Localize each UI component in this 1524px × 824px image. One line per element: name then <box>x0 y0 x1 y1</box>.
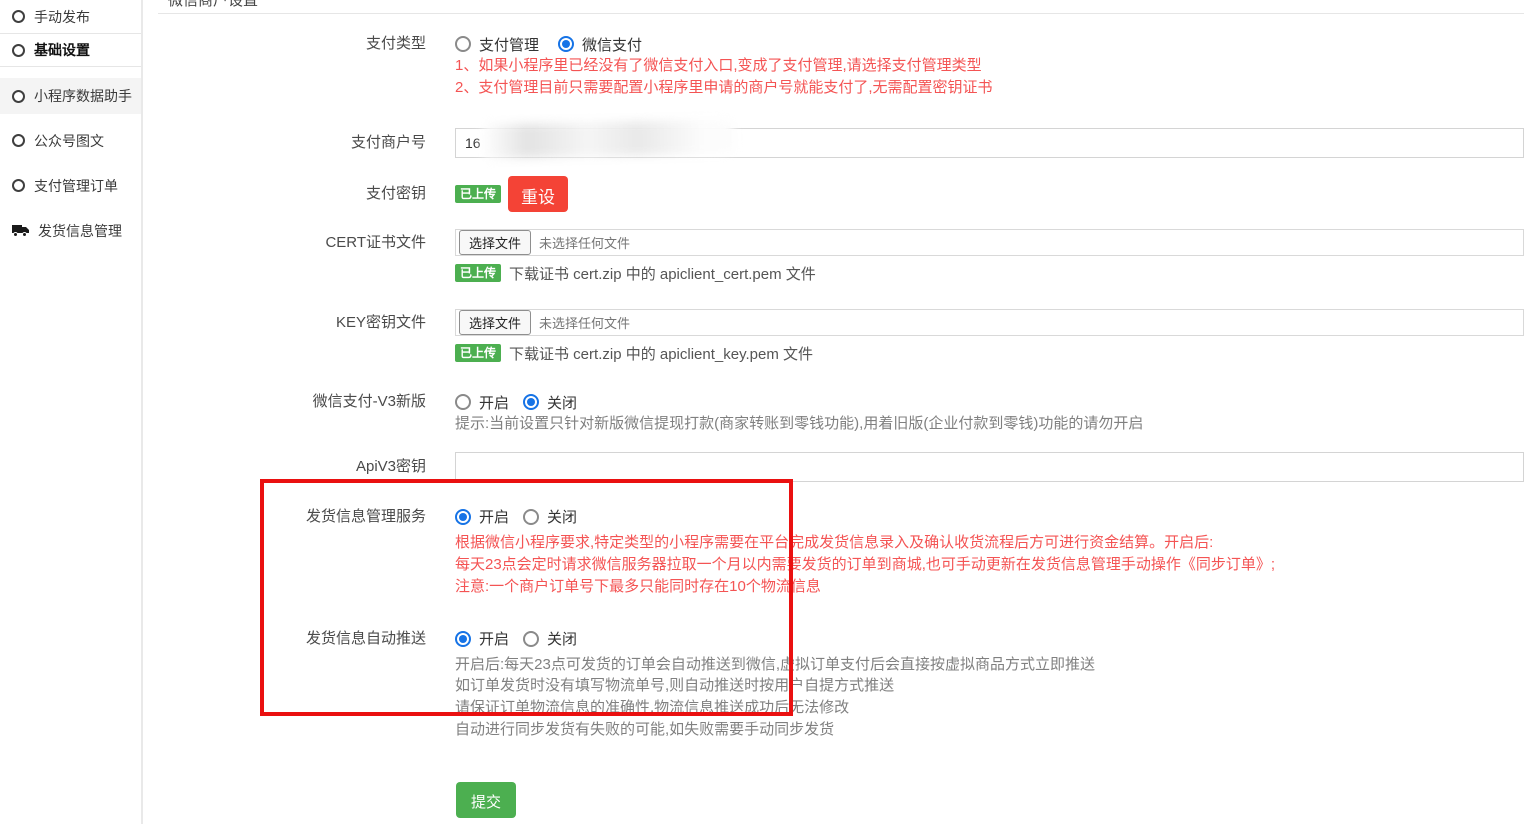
radio-icon[interactable] <box>455 36 471 52</box>
reset-key-button[interactable]: 重设 <box>508 176 568 212</box>
sidebar-item-label: 公众号图文 <box>34 131 104 151</box>
shipping-service-note-2: 每天23点会定时请求微信服务器拉取一个月以内需要发货的订单到商城,也可手动更新在… <box>455 554 1524 576</box>
circle-icon <box>12 44 25 57</box>
radio-label: 关闭 <box>547 392 577 413</box>
choose-file-button[interactable]: 选择文件 <box>459 230 531 255</box>
shipping-service-radio-group: 开启 关闭 <box>455 506 1524 528</box>
field-label-empty <box>145 782 426 818</box>
submit-button[interactable]: 提交 <box>456 782 516 818</box>
sidebar-item-label: 基础设置 <box>34 40 90 60</box>
row-v3: 微信支付-V3新版 开启 关闭 提示:当前设置只针对新版微信提现打款(商家转账到… <box>145 391 1524 435</box>
radio-icon[interactable] <box>455 394 471 410</box>
field-label: 发货信息自动推送 <box>145 628 426 741</box>
key-file-note: 下载证书 cert.zip 中的 apiclient_key.pem 文件 <box>509 343 813 364</box>
radio-label: 关闭 <box>547 506 577 527</box>
field-label: 支付类型 <box>145 33 426 98</box>
radio-option-v3-on[interactable]: 开启 <box>455 392 509 413</box>
sidebar-item-payment-manage-orders[interactable]: 支付管理订单 <box>0 163 141 208</box>
radio-label: 支付管理 <box>479 34 539 55</box>
radio-icon[interactable] <box>523 509 539 525</box>
radio-icon-checked[interactable] <box>455 631 471 647</box>
radio-option-shipping-push-on[interactable]: 开启 <box>455 628 509 649</box>
truck-icon <box>12 224 29 237</box>
field-label: KEY密钥文件 <box>145 309 426 363</box>
v3-hint: 提示:当前设置只针对新版微信提现打款(商家转账到零钱功能),用着旧版(企业付款到… <box>455 413 1524 435</box>
app-root: 手动发布 基础设置 小程序数据助手 公众号图文 支付管理订单 发货信息管理 <box>0 0 1524 824</box>
sidebar-item-label: 发货信息管理 <box>38 221 122 241</box>
sidebar: 手动发布 基础设置 小程序数据助手 公众号图文 支付管理订单 发货信息管理 <box>0 0 143 824</box>
sidebar-item-shipping-info-manage[interactable]: 发货信息管理 <box>0 208 141 253</box>
page-header: 微信商户设置 <box>158 0 1524 14</box>
sidebar-item-miniprogram-data-assistant[interactable]: 小程序数据助手 <box>0 78 141 114</box>
row-submit: 提交 <box>145 782 1524 818</box>
main-content: 微信商户设置 支付类型 支付管理 微信支付 1、如果小程序里已经没有了微信支付入… <box>145 0 1524 824</box>
row-cert-file: CERT证书文件 选择文件 未选择任何文件 已上传 下载证书 cert.zip … <box>145 229 1524 283</box>
row-merchant-id: 支付商户号 16 <box>145 128 1524 158</box>
radio-option-pay-manage[interactable]: 支付管理 <box>455 34 539 55</box>
row-pay-key: 支付密钥 已上传 重设 <box>145 176 1524 212</box>
row-apiv3-key: ApiV3密钥 <box>145 452 1524 482</box>
circle-icon <box>12 90 25 103</box>
uploaded-badge: 已上传 <box>455 344 501 362</box>
circle-icon <box>12 10 25 23</box>
sidebar-item-official-account-articles[interactable]: 公众号图文 <box>0 118 141 163</box>
radio-label: 关闭 <box>547 628 577 649</box>
radio-icon-checked[interactable] <box>523 394 539 410</box>
shipping-push-note-3: 请保证订单物流信息的准确性,物流信息推送成功后无法修改 <box>455 697 1524 719</box>
radio-icon[interactable] <box>523 631 539 647</box>
redacted-value <box>482 119 735 158</box>
page-title: 微信商户设置 <box>168 0 258 10</box>
field-label: 支付密钥 <box>145 176 426 212</box>
radio-option-wechat-pay[interactable]: 微信支付 <box>558 34 642 55</box>
choose-file-button[interactable]: 选择文件 <box>459 310 531 335</box>
field-label: CERT证书文件 <box>145 229 426 283</box>
sidebar-item-label: 支付管理订单 <box>34 176 118 196</box>
radio-icon-checked[interactable] <box>455 509 471 525</box>
key-file-input: 选择文件 未选择任何文件 <box>455 309 1524 336</box>
shipping-push-note-1: 开启后:每天23点可发货的订单会自动推送到微信,虚拟订单支付后会直接按虚拟商品方… <box>455 654 1524 676</box>
cert-file-input: 选择文件 未选择任何文件 <box>455 229 1524 256</box>
row-pay-type: 支付类型 支付管理 微信支付 1、如果小程序里已经没有了微信支付入口,变成了支付… <box>145 33 1524 98</box>
pay-type-note-2: 2、支付管理目前只需要配置小程序里申请的商户号就能支付了,无需配置密钥证书 <box>455 77 1524 99</box>
row-shipping-service: 发货信息管理服务 开启 关闭 根据微信小程序要求,特定类型的小程序需要在平台完成… <box>145 506 1524 598</box>
pay-type-note-1: 1、如果小程序里已经没有了微信支付入口,变成了支付管理,请选择支付管理类型 <box>455 55 1524 77</box>
shipping-service-note-1: 根据微信小程序要求,特定类型的小程序需要在平台完成发货信息录入及确认收货流程后方… <box>455 532 1524 554</box>
uploaded-badge: 已上传 <box>455 185 501 203</box>
radio-icon-checked[interactable] <box>558 36 574 52</box>
sidebar-item-label: 手动发布 <box>34 7 90 27</box>
radio-label: 开启 <box>479 628 509 649</box>
field-label: 发货信息管理服务 <box>145 506 426 598</box>
pay-type-radio-group: 支付管理 微信支付 <box>455 33 1524 55</box>
no-file-text: 未选择任何文件 <box>539 313 630 332</box>
merchant-id-visible-value: 16 <box>465 135 481 151</box>
uploaded-badge: 已上传 <box>455 264 501 282</box>
field-label: 微信支付-V3新版 <box>145 391 426 435</box>
shipping-push-note-2: 如订单发货时没有填写物流单号,则自动推送时按用户自提方式推送 <box>455 675 1524 697</box>
field-label: ApiV3密钥 <box>145 452 426 482</box>
radio-label: 微信支付 <box>582 34 642 55</box>
sidebar-item-manual-publish[interactable]: 手动发布 <box>0 0 141 33</box>
shipping-push-radio-group: 开启 关闭 <box>455 628 1524 650</box>
radio-label: 开启 <box>479 392 509 413</box>
v3-radio-group: 开启 关闭 <box>455 391 1524 413</box>
cert-file-note: 下载证书 cert.zip 中的 apiclient_cert.pem 文件 <box>509 263 816 284</box>
sidebar-spacer <box>0 67 141 78</box>
radio-option-shipping-push-off[interactable]: 关闭 <box>523 628 577 649</box>
apiv3-key-input[interactable] <box>455 452 1524 482</box>
sidebar-item-basic-settings[interactable]: 基础设置 <box>0 33 141 67</box>
radio-option-shipping-service-on[interactable]: 开启 <box>455 506 509 527</box>
circle-icon <box>12 134 25 147</box>
row-key-file: KEY密钥文件 选择文件 未选择任何文件 已上传 下载证书 cert.zip 中… <box>145 309 1524 363</box>
row-shipping-push: 发货信息自动推送 开启 关闭 开启后:每天23点可发货的订单会自动推送到微信,虚… <box>145 628 1524 741</box>
no-file-text: 未选择任何文件 <box>539 233 630 252</box>
shipping-push-note-4: 自动进行同步发货有失败的可能,如失败需要手动同步发货 <box>455 719 1524 741</box>
circle-icon <box>12 179 25 192</box>
merchant-id-input[interactable]: 16 <box>455 128 1524 158</box>
sidebar-item-label: 小程序数据助手 <box>34 86 132 106</box>
radio-label: 开启 <box>479 506 509 527</box>
shipping-service-note-3: 注意:一个商户订单号下最多只能同时存在10个物流信息 <box>455 576 1524 598</box>
radio-option-shipping-service-off[interactable]: 关闭 <box>523 506 577 527</box>
field-label: 支付商户号 <box>145 128 426 158</box>
radio-option-v3-off[interactable]: 关闭 <box>523 392 577 413</box>
